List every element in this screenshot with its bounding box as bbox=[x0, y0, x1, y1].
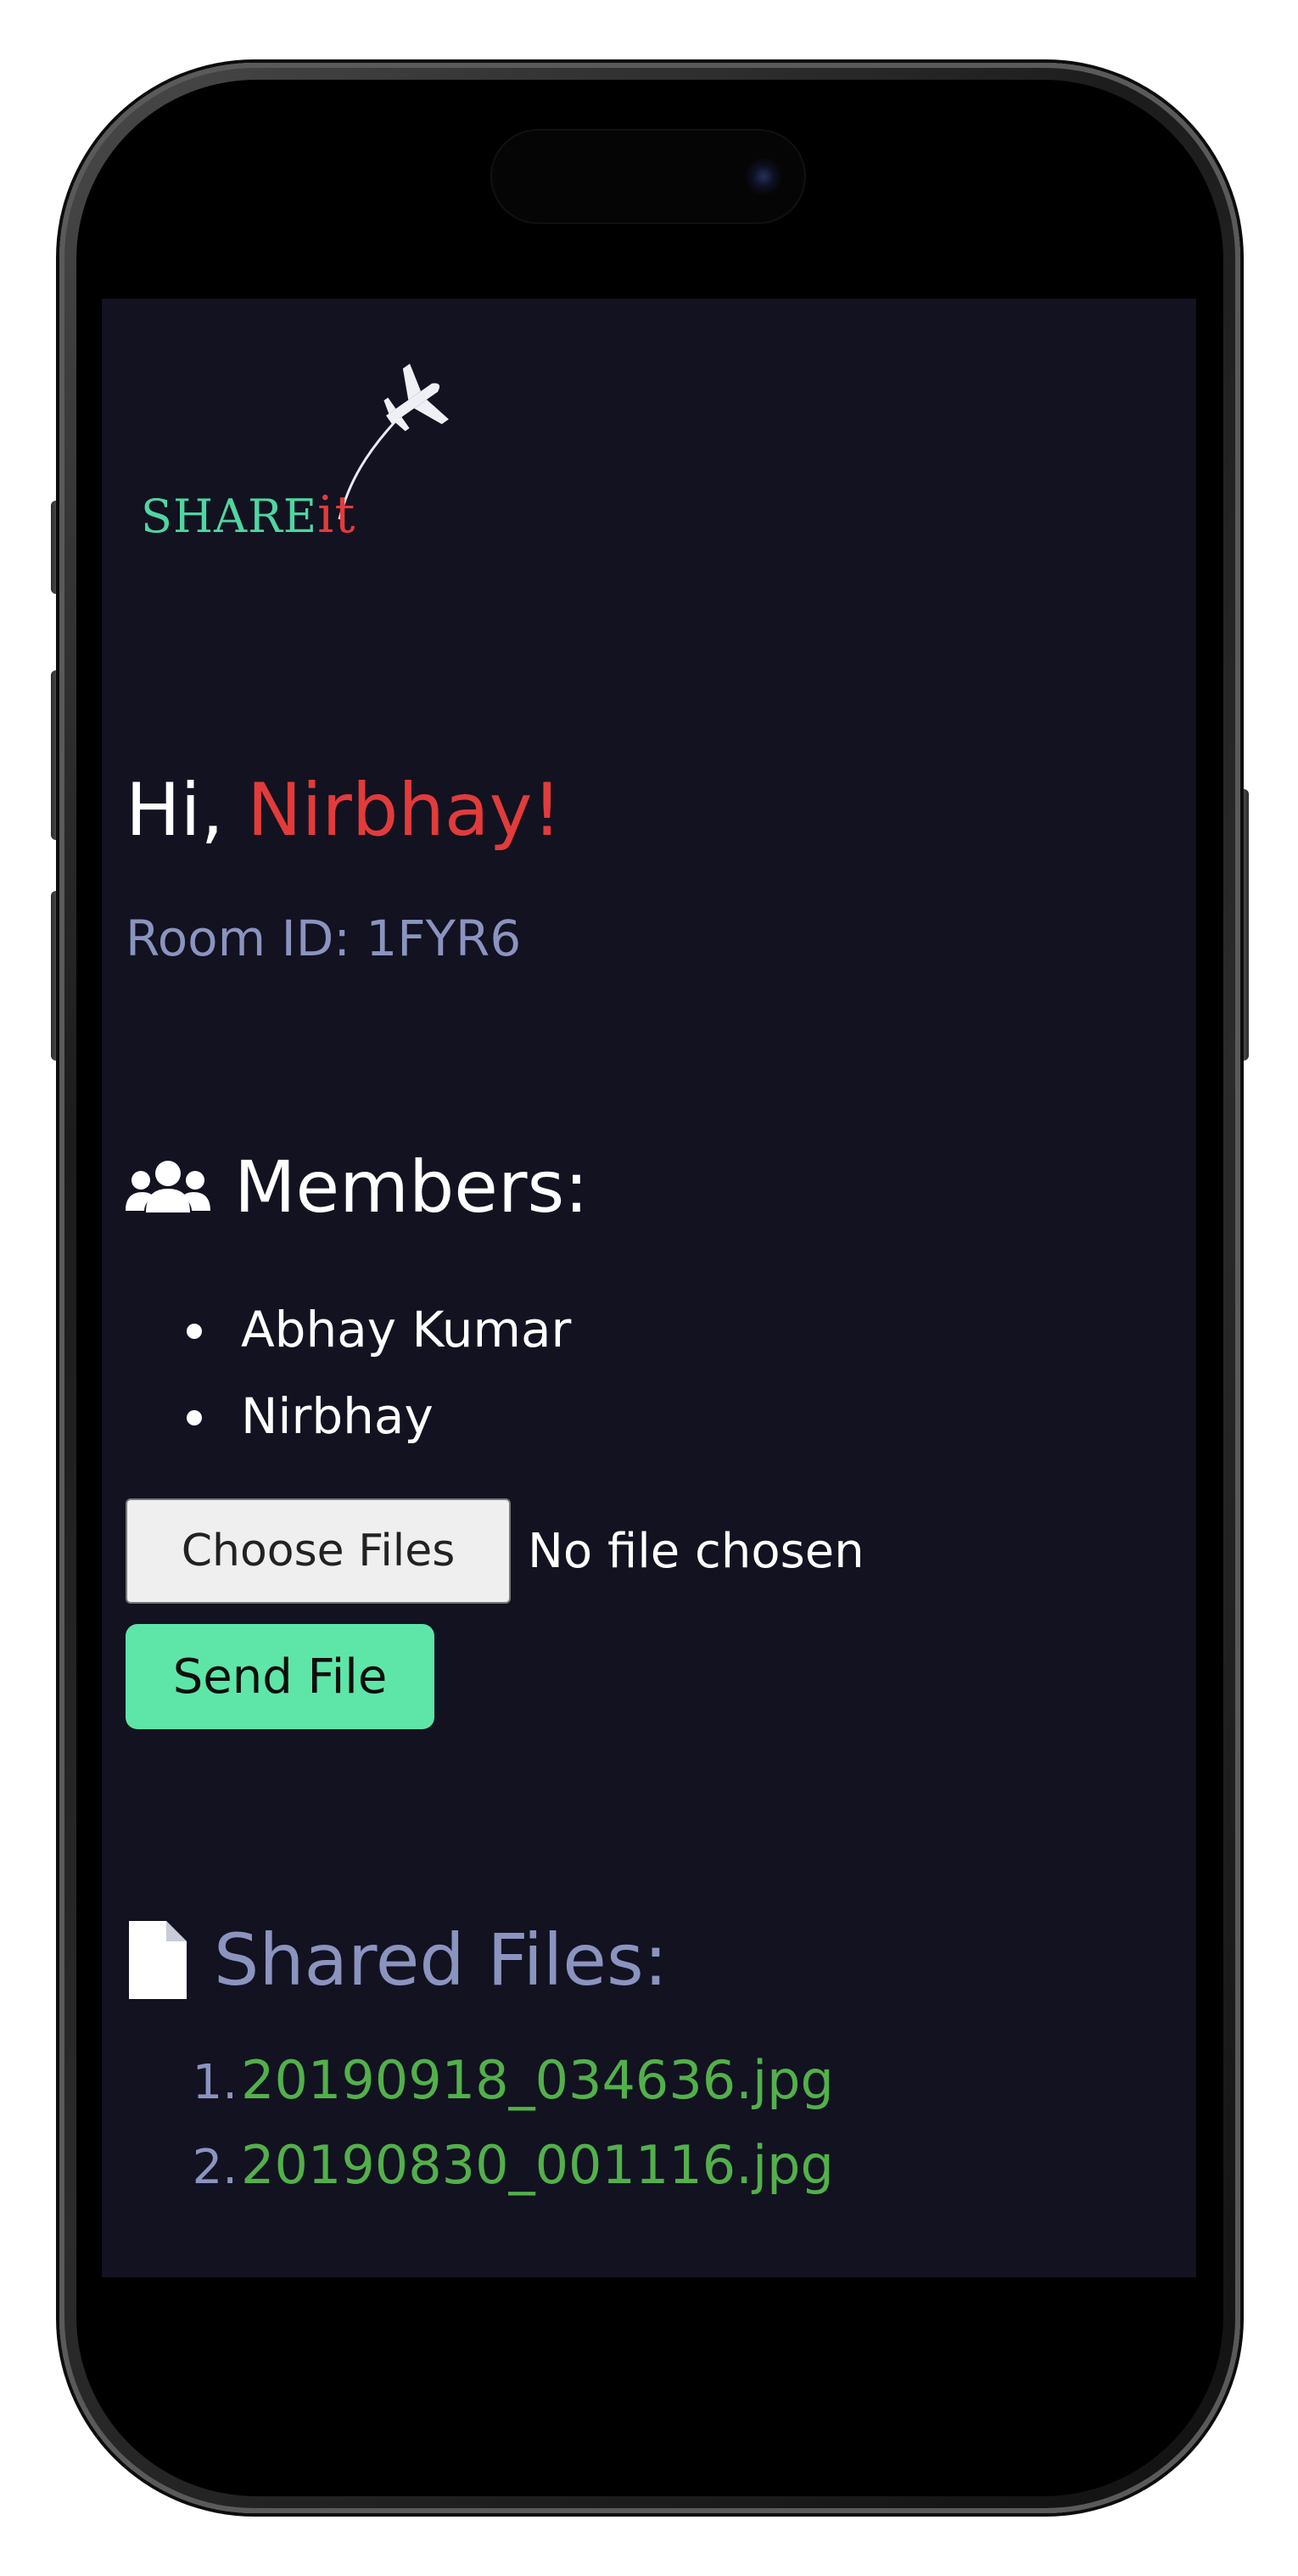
users-icon bbox=[126, 1156, 210, 1218]
choose-files-button[interactable]: Choose Files bbox=[126, 1498, 511, 1604]
user-name: Nirbhay! bbox=[247, 768, 562, 853]
shared-files-title: Shared Files: bbox=[214, 1918, 669, 2002]
members-title: Members: bbox=[234, 1145, 589, 1229]
list-number: 2. bbox=[192, 2140, 238, 2195]
file-input: Choose Files No file chosen bbox=[126, 1498, 864, 1604]
app-screen: SHAREit Hi, Nirbhay! Room ID: 1FYR6 Memb… bbox=[102, 299, 1196, 2277]
shared-file-list: 1.20190918_034636.jpg 2.20190830_001116.… bbox=[126, 2038, 834, 2208]
logo-share-text: SHARE bbox=[141, 490, 318, 543]
logo-wordmark: SHAREit bbox=[141, 485, 355, 545]
camera-icon bbox=[745, 158, 782, 195]
shareit-logo[interactable]: SHAREit bbox=[136, 358, 492, 553]
list-item: Abhay Kumar bbox=[126, 1286, 571, 1373]
member-list: Abhay Kumar Nirbhay bbox=[126, 1286, 571, 1459]
file-link[interactable]: 20190918_034636.jpg bbox=[241, 2049, 834, 2111]
greeting-prefix: Hi, bbox=[126, 768, 248, 853]
send-file-button[interactable]: Send File bbox=[126, 1624, 434, 1729]
file-status: No file chosen bbox=[528, 1523, 864, 1579]
device-frame: SHAREit Hi, Nirbhay! Room ID: 1FYR6 Memb… bbox=[0, 0, 1298, 2576]
members-heading: Members: bbox=[126, 1145, 589, 1229]
list-item: Nirbhay bbox=[126, 1373, 571, 1459]
list-item: 2.20190830_001116.jpg bbox=[126, 2123, 834, 2208]
greeting-heading: Hi, Nirbhay! bbox=[126, 774, 562, 847]
logo-it-text: it bbox=[317, 485, 356, 545]
shared-files-heading: Shared Files: bbox=[126, 1918, 668, 2002]
file-icon bbox=[126, 1918, 190, 2002]
room-id: Room ID: 1FYR6 bbox=[126, 910, 522, 967]
file-link[interactable]: 20190830_001116.jpg bbox=[241, 2134, 834, 2196]
list-number: 1. bbox=[192, 2055, 238, 2110]
list-item: 1.20190918_034636.jpg bbox=[126, 2038, 834, 2123]
